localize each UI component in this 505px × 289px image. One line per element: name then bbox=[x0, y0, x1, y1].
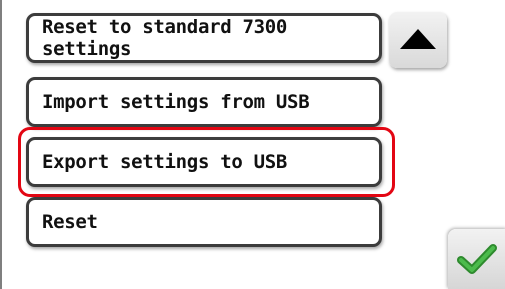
import-settings-button[interactable]: Import settings from USB bbox=[26, 77, 382, 127]
checkmark-icon bbox=[457, 244, 497, 274]
reset-to-standard-settings-button[interactable]: Reset to standard 7300 settings bbox=[26, 13, 382, 63]
settings-screen: Reset to standard 7300 settings Import s… bbox=[0, 0, 505, 289]
menu-item-label: Reset to standard 7300 settings bbox=[42, 16, 288, 60]
menu-item-label: Reset bbox=[42, 211, 98, 233]
export-settings-button[interactable]: Export settings to USB bbox=[26, 137, 382, 187]
menu-item-label: Import settings from USB bbox=[42, 91, 310, 113]
confirm-button[interactable] bbox=[448, 229, 505, 289]
menu-item-label: Export settings to USB bbox=[42, 151, 288, 173]
reset-button[interactable]: Reset bbox=[26, 197, 382, 247]
scroll-up-button[interactable] bbox=[389, 12, 447, 68]
triangle-up-icon bbox=[400, 29, 436, 49]
